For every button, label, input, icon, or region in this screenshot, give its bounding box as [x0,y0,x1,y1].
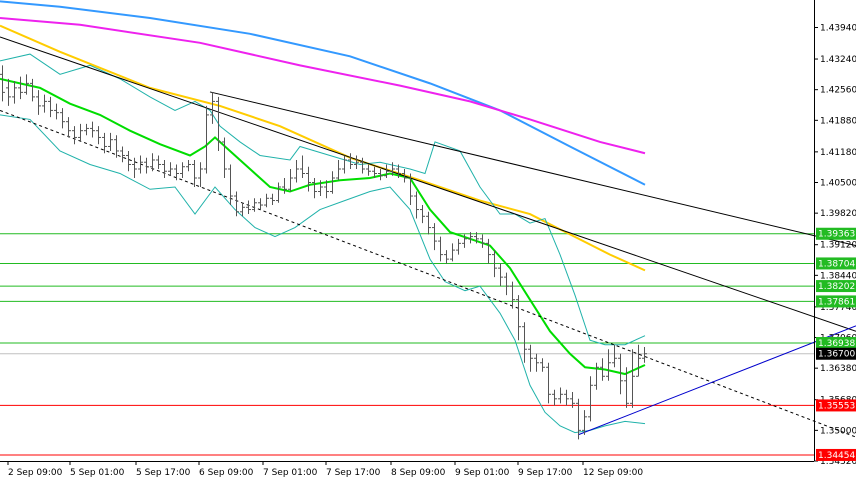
time-tick-label: 7 Sep 17:00 [326,468,381,478]
time-tick-label: 5 Sep 17:00 [136,468,191,478]
level-label: 1.34454 [818,451,855,461]
price-tick-label: 1.38440 [820,271,856,281]
current-price-label: 1.36700 [818,350,855,360]
level-label: 1.39363 [818,230,855,240]
time-tick-label: 2 Sep 09:00 [8,468,63,478]
time-tick-label: 8 Sep 09:00 [391,468,446,478]
plot-area [0,0,814,461]
price-tick-label: 1.42560 [820,86,856,96]
price-chart[interactable]: 1.43940 1.43240 1.42560 1.41880 1.41180 1.405… [0,0,856,483]
level-label: 1.37861 [818,297,855,307]
price-tick-label: 1.41180 [820,148,856,158]
time-tick-label: 6 Sep 09:00 [199,468,254,478]
time-tick-label: 5 Sep 01:00 [70,468,125,478]
price-tick-label: 1.40500 [820,179,856,189]
time-tick-label: 12 Sep 09:00 [583,468,643,478]
price-tick-label: 1.35000 [820,426,856,436]
price-tick-label: 1.39820 [820,209,856,219]
time-tick-label: 9 Sep 17:00 [518,468,573,478]
time-tick-label: 9 Sep 01:00 [455,468,510,478]
price-tick-label: 1.41880 [820,116,856,126]
level-label: 1.35553 [818,401,855,411]
level-label: 1.38202 [818,282,855,292]
price-tick-label: 1.39120 [820,241,856,251]
level-label: 1.38704 [818,259,855,269]
chart-window: 1.43940 1.43240 1.42560 1.41880 1.41180 1.405… [0,0,856,483]
price-tick-label: 1.43940 [820,23,856,33]
level-label: 1.36938 [818,339,855,349]
price-tick-label: 1.36380 [820,364,856,374]
price-tick-label: 1.43240 [820,55,856,65]
time-tick-label: 7 Sep 01:00 [263,468,318,478]
